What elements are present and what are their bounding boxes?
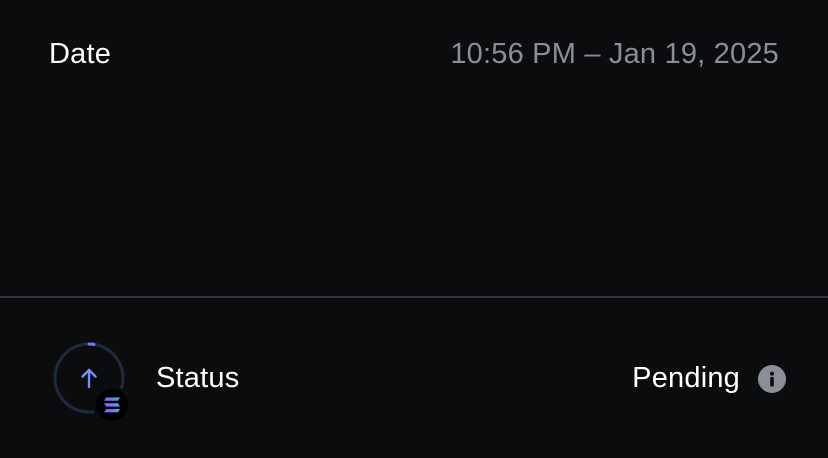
- pending-progress-icon: [53, 342, 131, 424]
- solana-icon: [93, 386, 131, 424]
- transaction-details: Date 10:56 PM – Jan 19, 2025 Status Pend…: [0, 0, 828, 458]
- info-icon[interactable]: [758, 365, 786, 393]
- date-row: Date 10:56 PM – Jan 19, 2025: [0, 0, 828, 110]
- date-value: 10:56 PM – Jan 19, 2025: [450, 38, 779, 70]
- arrow-up-icon: [81, 368, 97, 389]
- date-label: Date: [49, 38, 112, 70]
- status-label: Status: [156, 362, 240, 394]
- status-value: Pending: [632, 362, 740, 394]
- status-row: Status Pending: [0, 298, 828, 458]
